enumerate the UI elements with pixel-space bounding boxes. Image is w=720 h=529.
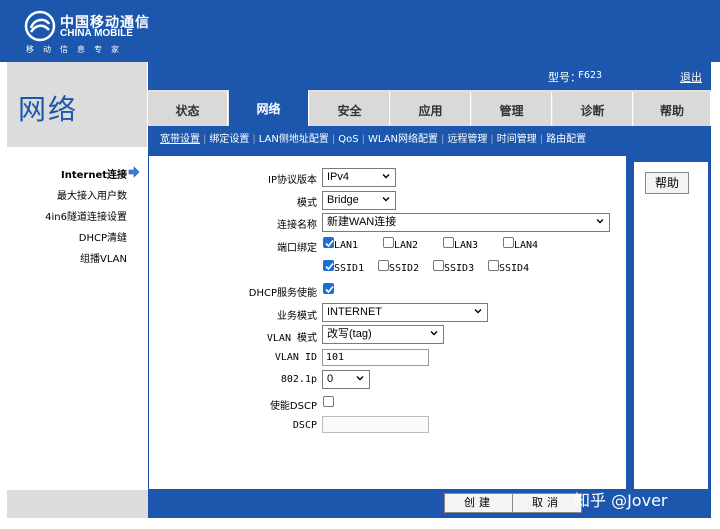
subnav-separator: | <box>490 134 494 145</box>
dscp-label: DSCP <box>292 420 317 431</box>
dot1p-select[interactable]: 0 <box>322 370 370 389</box>
leftnav-4in6-tunnel[interactable]: 4in6隧道连接设置 <box>45 208 127 223</box>
help-button[interactable]: 帮助 <box>645 172 689 194</box>
lan1-label: LAN1 <box>334 240 359 251</box>
tab-status[interactable]: 状态 <box>148 92 228 126</box>
ssid2-label: SSID2 <box>389 263 420 274</box>
tab-security[interactable]: 安全 <box>310 92 390 126</box>
cancel-button[interactable]: 取消 <box>512 493 582 513</box>
mode-value: Bridge <box>327 194 359 206</box>
lan1-checkbox[interactable] <box>323 237 334 248</box>
chevron-down-icon <box>382 174 390 179</box>
ssid2-checkbox[interactable] <box>378 260 389 271</box>
leftnav-dhcp[interactable]: DHCP清缝 <box>79 229 127 244</box>
subnav-qos[interactable]: QoS <box>338 134 358 145</box>
watermark: 知乎 @Jover <box>574 491 668 510</box>
subnav-lan-address[interactable]: LAN侧地址配置 <box>259 134 329 145</box>
vlan-id-input[interactable]: 101 <box>322 349 429 366</box>
model-value: F623 <box>578 70 603 81</box>
page-title: 网络 <box>18 93 79 126</box>
enable-dscp-checkbox[interactable] <box>323 396 334 407</box>
logout-link[interactable]: 退出 <box>680 69 702 85</box>
dot1p-label: 802.1p <box>280 374 317 385</box>
china-mobile-logo: 中国移动通信 CHINA MOBILE 移动信息专家 <box>24 10 154 58</box>
subnav-separator: | <box>331 134 336 145</box>
vlan-mode-value: 改写(tag) <box>327 328 372 340</box>
service-mode-label: 业务模式 <box>277 311 317 322</box>
subnav-separator: | <box>539 134 544 145</box>
left-footer-panel <box>7 490 148 518</box>
lan2-checkbox[interactable] <box>383 237 394 248</box>
subnav-separator: | <box>440 134 445 145</box>
dot1p-value: 0 <box>327 373 334 385</box>
model-bar <box>148 62 711 90</box>
subnav-wlan[interactable]: WLAN网络配置 <box>368 134 438 145</box>
connection-name-value: 新建WAN连接 <box>327 216 397 228</box>
sub-nav: 宽带设置 | 绑定设置 | LAN侧地址配置 | QoS | WLAN网络配置 | 远程管理 | 时间管… <box>160 130 586 145</box>
lan4-label: LAN4 <box>514 240 539 251</box>
connection-name-label: 连接名称 <box>277 220 317 231</box>
subnav-separator: | <box>361 134 365 145</box>
dscp-input[interactable] <box>322 416 429 433</box>
ssid3-checkbox[interactable] <box>433 260 444 271</box>
lan2-label: LAN2 <box>394 240 419 251</box>
subnav-routing[interactable]: 路由配置 <box>546 134 586 145</box>
subnav-separator: | <box>203 134 207 145</box>
lan4-checkbox[interactable] <box>503 237 514 248</box>
china-mobile-logo-icon <box>24 10 56 42</box>
check-icon <box>325 285 334 294</box>
dhcp-service-checkbox[interactable] <box>323 283 334 294</box>
ssid4-label: SSID4 <box>499 263 530 274</box>
mode-select[interactable]: Bridge <box>322 191 396 210</box>
lan3-checkbox[interactable] <box>443 237 454 248</box>
brand-slogan: 移动信息专家 <box>26 45 128 54</box>
service-mode-select[interactable]: INTERNET <box>322 303 488 322</box>
help-panel <box>634 162 708 489</box>
ssid1-checkbox[interactable] <box>323 260 334 271</box>
tab-network[interactable]: 网络 <box>229 90 309 126</box>
ssid4-checkbox[interactable] <box>488 260 499 271</box>
tab-diagnostics[interactable]: 诊断 <box>553 92 633 126</box>
arrow-right-icon <box>128 166 140 178</box>
subnav-separator: | <box>252 134 256 145</box>
port-binding-label: 端口绑定 <box>277 243 317 254</box>
ssid1-label: SSID1 <box>334 263 365 274</box>
tab-application[interactable]: 应用 <box>391 92 471 126</box>
subnav-time-management[interactable]: 时间管理 <box>497 134 537 145</box>
chevron-down-icon <box>356 376 364 381</box>
leftnav-max-users[interactable]: 最大接入用户数 <box>57 187 127 202</box>
subnav-broadband[interactable]: 宽带设置 <box>160 134 200 145</box>
ip-version-select[interactable]: IPv4 <box>322 168 396 187</box>
chevron-down-icon <box>596 219 604 224</box>
create-button[interactable]: 创建 <box>444 493 514 513</box>
ip-version-value: IPv4 <box>327 171 350 183</box>
enable-dscp-label: 使能DSCP <box>269 401 317 412</box>
chevron-down-icon <box>382 197 390 202</box>
leftnav-multicast-vlan[interactable]: 组播VLAN <box>80 250 127 265</box>
ip-version-label: IP协议版本 <box>268 175 317 186</box>
lan3-label: LAN3 <box>454 240 479 251</box>
tab-management[interactable]: 管理 <box>472 92 552 126</box>
leftnav-internet[interactable]: Internet连接 <box>61 166 127 181</box>
service-mode-value: INTERNET <box>327 306 382 318</box>
vlan-mode-label: VLAN 模式 <box>266 333 317 344</box>
subnav-binding[interactable]: 绑定设置 <box>209 134 249 145</box>
mode-label: 模式 <box>297 198 317 209</box>
brand-name-en: CHINA MOBILE <box>60 28 133 39</box>
chevron-down-icon <box>430 331 438 336</box>
model-label: 型号： <box>548 71 581 84</box>
connection-name-select[interactable]: 新建WAN连接 <box>322 213 610 232</box>
subnav-remote-management[interactable]: 远程管理 <box>447 134 487 145</box>
tab-help[interactable]: 帮助 <box>634 92 711 126</box>
ssid3-label: SSID3 <box>444 263 475 274</box>
chevron-down-icon <box>474 309 482 314</box>
vlan-id-label: VLAN ID <box>274 352 317 363</box>
vlan-mode-select[interactable]: 改写(tag) <box>322 325 444 344</box>
dhcp-service-label: DHCP服务使能 <box>248 288 317 299</box>
